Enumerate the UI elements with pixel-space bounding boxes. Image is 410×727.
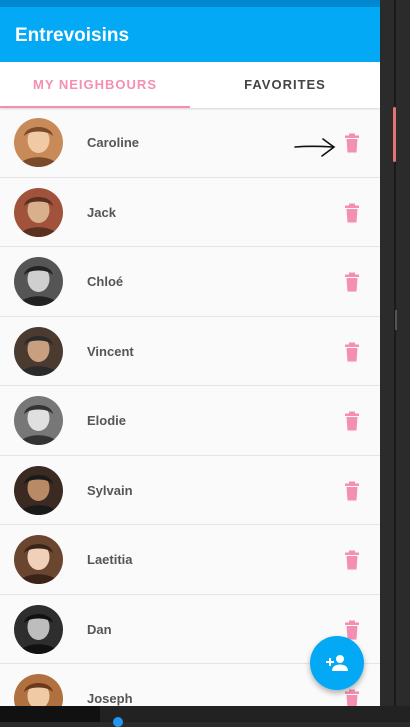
neighbour-row[interactable]: Laetitia — [0, 525, 380, 595]
neighbour-row[interactable]: Elodie — [0, 386, 380, 456]
trash-icon[interactable] — [344, 620, 360, 640]
avatar — [14, 465, 63, 515]
neighbour-name: Chloé — [87, 274, 124, 289]
tab-my-neighbours[interactable]: MY NEIGHBOURS — [0, 62, 190, 108]
add-neighbour-button[interactable] — [310, 636, 364, 690]
app-icon — [113, 717, 123, 727]
neighbour-name: Elodie — [87, 413, 127, 428]
app-bar: Entrevoisins — [0, 7, 380, 62]
tab-bar: MY NEIGHBOURS FAVORITES — [0, 62, 380, 108]
trash-icon[interactable] — [344, 481, 360, 501]
neighbour-name: Laetitia — [87, 552, 133, 567]
neighbour-row[interactable]: Sylvain — [0, 456, 380, 525]
scroll-track — [395, 310, 397, 330]
avatar — [14, 604, 63, 654]
neighbour-name: Sylvain — [87, 482, 133, 498]
neighbour-row[interactable]: Chloé — [0, 247, 380, 317]
avatar — [14, 187, 63, 237]
hand-drawn-arrow — [294, 138, 336, 157]
neighbour-name: Caroline — [87, 135, 140, 150]
taskbar-strip — [0, 706, 410, 727]
tab-favorites[interactable]: FAVORITES — [190, 62, 380, 108]
neighbour-row[interactable]: Jack — [0, 178, 380, 247]
trash-icon[interactable] — [344, 203, 360, 223]
neighbour-list: Caroline Jack Chloé Vincent Elodie Sylvain Lae… — [0, 108, 380, 722]
neighbour-row[interactable]: Vincent — [0, 317, 380, 386]
trash-icon[interactable] — [344, 272, 360, 292]
tab-indicator — [0, 106, 190, 108]
add-person-icon — [326, 655, 348, 671]
avatar — [14, 257, 63, 306]
neighbour-name: Jack — [87, 204, 116, 220]
trash-icon[interactable] — [344, 342, 360, 362]
neighbour-name: Dan — [87, 621, 112, 637]
status-bar — [0, 0, 380, 7]
scroll-indicator — [393, 107, 396, 162]
avatar — [14, 326, 63, 376]
neighbour-name: Vincent — [87, 343, 134, 359]
trash-icon[interactable] — [344, 133, 360, 153]
avatar — [14, 535, 63, 584]
avatar — [14, 118, 63, 167]
neighbour-name: Joseph — [87, 691, 133, 706]
trash-icon[interactable] — [344, 411, 360, 431]
app-screen: Entrevoisins MY NEIGHBOURS FAVORITES Car… — [0, 0, 380, 722]
avatar — [14, 396, 63, 445]
app-title: Entrevoisins — [15, 25, 130, 46]
trash-icon[interactable] — [344, 550, 360, 570]
